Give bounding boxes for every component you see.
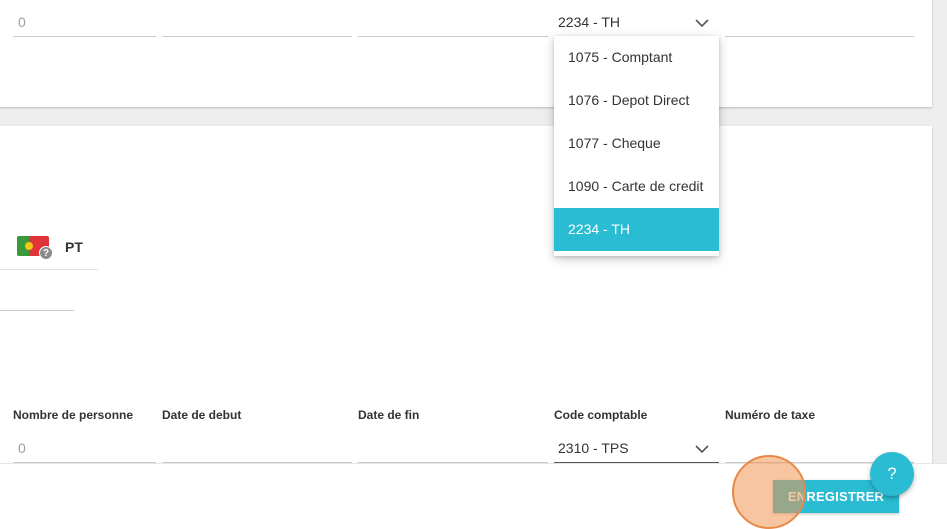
help-button[interactable]: ? bbox=[870, 452, 914, 496]
question-mark-icon: ? bbox=[39, 246, 53, 260]
top-tax-number-underline[interactable] bbox=[725, 36, 914, 37]
top-start-date-underline[interactable] bbox=[162, 36, 352, 37]
language-field-underline[interactable] bbox=[0, 310, 74, 311]
person-count-input[interactable]: 0 bbox=[18, 440, 26, 456]
top-card bbox=[0, 0, 932, 107]
dropdown-option[interactable]: 1076 - Depot Direct bbox=[554, 79, 719, 122]
language-tab-pt[interactable]: ? PT bbox=[0, 226, 98, 270]
top-person-count-underline bbox=[13, 36, 156, 37]
label-tax-number: Numéro de taxe bbox=[725, 408, 816, 422]
dropdown-option[interactable]: 1075 - Comptant bbox=[554, 36, 719, 79]
chevron-up-icon[interactable] bbox=[694, 17, 710, 29]
click-indicator bbox=[732, 455, 806, 529]
account-code-select[interactable]: 2310 - TPS bbox=[558, 440, 629, 456]
label-start-date: Date de debut bbox=[162, 408, 242, 422]
top-end-date-underline[interactable] bbox=[358, 36, 548, 37]
account-code-dropdown: 1075 - Comptant 1076 - Depot Direct 1077… bbox=[554, 36, 719, 256]
label-account-code: Code comptable bbox=[554, 408, 648, 422]
top-person-count-value[interactable]: 0 bbox=[18, 14, 26, 30]
top-account-code-value[interactable]: 2234 - TH bbox=[558, 14, 620, 30]
label-person-count: Nombre de personne bbox=[13, 408, 134, 422]
label-end-date: Date de fin bbox=[358, 408, 420, 422]
dropdown-option[interactable]: 1090 - Carte de credit bbox=[554, 165, 719, 208]
dropdown-option[interactable]: 1077 - Cheque bbox=[554, 122, 719, 165]
dropdown-option-selected[interactable]: 2234 - TH bbox=[554, 208, 719, 251]
chevron-down-icon[interactable] bbox=[694, 443, 710, 455]
language-code: PT bbox=[65, 239, 83, 255]
